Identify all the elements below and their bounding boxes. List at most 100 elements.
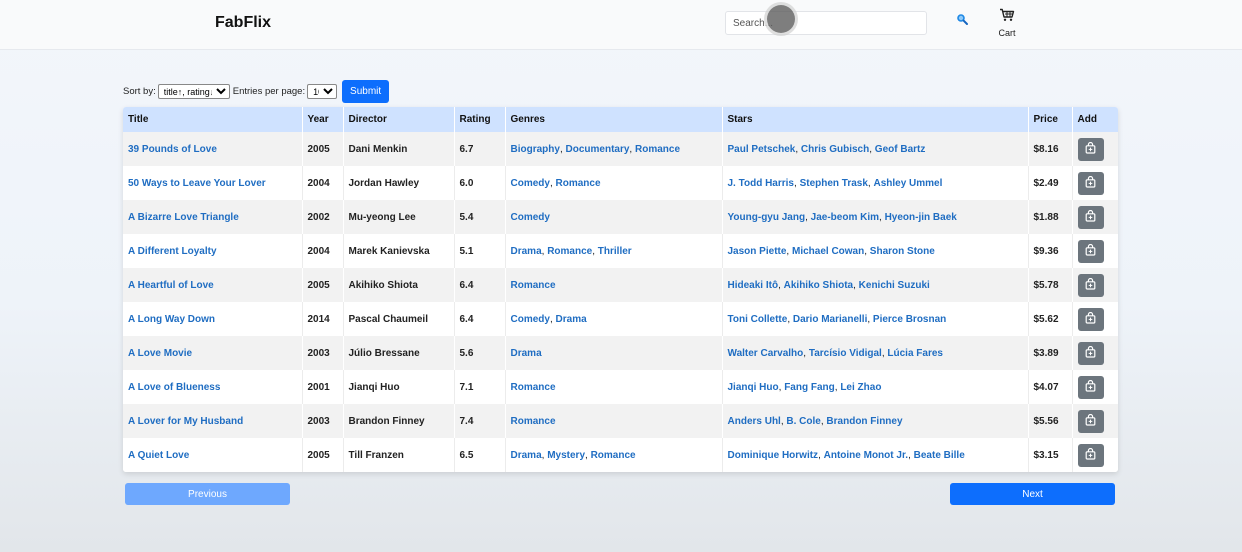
add-to-cart-button[interactable] xyxy=(1077,341,1104,365)
cell-director: Júlio Bressane xyxy=(343,336,455,370)
star-link[interactable]: Jianqi Huo xyxy=(728,382,779,393)
cell-rating: 6.4 xyxy=(454,268,506,302)
cell-rating: 6.5 xyxy=(454,438,506,472)
movie-title-link[interactable]: A Quiet Love xyxy=(128,450,189,461)
table-body: 39 Pounds of Love 2005 Dani Menkin 6.7 Biogr… xyxy=(123,132,1118,472)
cell-title: 39 Pounds of Love xyxy=(123,132,303,166)
next-button[interactable]: Next xyxy=(950,483,1115,505)
genre-link[interactable]: Comedy xyxy=(511,178,550,189)
genre-link[interactable]: Mystery xyxy=(547,450,585,461)
bag-icon xyxy=(1085,209,1096,225)
genre-link[interactable]: Drama xyxy=(511,246,542,257)
add-to-cart-button[interactable] xyxy=(1077,205,1104,229)
add-to-cart-button[interactable] xyxy=(1077,171,1104,195)
star-link[interactable]: Pierce Brosnan xyxy=(873,314,946,325)
add-to-cart-button[interactable] xyxy=(1077,409,1104,433)
genre-link[interactable]: Drama xyxy=(511,450,542,461)
star-link[interactable]: Sharon Stone xyxy=(870,246,935,257)
star-link[interactable]: Beate Bille xyxy=(914,450,965,461)
genre-link[interactable]: Thriller xyxy=(598,246,632,257)
sort-select[interactable]: title↑, rating↓ xyxy=(157,84,230,99)
table-row: A Heartful of Love 2005 Akihiko Shiota 6.4 R… xyxy=(123,268,1118,302)
genre-link[interactable]: Romance xyxy=(635,144,680,155)
cart-button[interactable]: Cart xyxy=(994,8,1020,38)
column-header-title[interactable]: Title xyxy=(123,107,303,132)
add-to-cart-button[interactable] xyxy=(1077,137,1104,161)
star-link[interactable]: Fang Fang xyxy=(784,382,835,393)
movie-title-link[interactable]: A Lover for My Husband xyxy=(128,416,243,427)
star-link[interactable]: Brandon Finney xyxy=(826,416,902,427)
genre-link[interactable]: Comedy xyxy=(511,212,550,223)
cell-price: $5.56 xyxy=(1028,404,1073,438)
star-link[interactable]: Dominique Horwitz xyxy=(728,450,819,461)
search-input[interactable] xyxy=(725,11,927,35)
add-to-cart-button[interactable] xyxy=(1077,239,1104,263)
star-link[interactable]: J. Todd Harris xyxy=(728,178,795,189)
star-link[interactable]: Kenichi Suzuki xyxy=(859,280,930,291)
star-link[interactable]: Hideaki Itô xyxy=(728,280,779,291)
add-to-cart-button[interactable] xyxy=(1077,375,1104,399)
genre-link[interactable]: Drama xyxy=(511,348,542,359)
genre-link[interactable]: Romance xyxy=(511,382,556,393)
star-link[interactable]: Lúcia Fares xyxy=(887,348,943,359)
cell-director: Brandon Finney xyxy=(343,404,455,438)
cell-stars: Paul Petschek, Chris Gubisch, Geof Bartz xyxy=(722,132,1029,166)
genre-link[interactable]: Romance xyxy=(547,246,592,257)
previous-button[interactable]: Previous xyxy=(125,483,290,505)
star-link[interactable]: Toni Collette xyxy=(728,314,788,325)
genre-link[interactable]: Romance xyxy=(511,280,556,291)
cell-stars: Hideaki Itô, Akihiko Shiota, Kenichi Suz… xyxy=(722,268,1029,302)
cell-title: A Heartful of Love xyxy=(123,268,303,302)
genre-link[interactable]: Romance xyxy=(556,178,601,189)
genre-link[interactable]: Biography xyxy=(511,144,560,155)
star-link[interactable]: Geof Bartz xyxy=(875,144,926,155)
movie-title-link[interactable]: A Bizarre Love Triangle xyxy=(128,212,239,223)
column-header-rating[interactable]: Rating xyxy=(454,107,506,132)
star-link[interactable]: Akihiko Shiota xyxy=(784,280,853,291)
search-icon[interactable] xyxy=(955,12,969,26)
movie-title-link[interactable]: A Love Movie xyxy=(128,348,192,359)
cell-add xyxy=(1072,268,1118,302)
star-link[interactable]: Antoine Monot Jr. xyxy=(824,450,908,461)
submit-button[interactable]: Submit xyxy=(342,80,390,103)
cart-label: Cart xyxy=(998,28,1016,38)
star-link[interactable]: Paul Petschek xyxy=(728,144,796,155)
star-link[interactable]: Dario Marianelli xyxy=(793,314,867,325)
star-link[interactable]: Hyeon-jin Baek xyxy=(885,212,957,223)
star-link[interactable]: Stephen Trask xyxy=(800,178,868,189)
genre-link[interactable]: Drama xyxy=(556,314,587,325)
movie-title-link[interactable]: A Long Way Down xyxy=(128,314,215,325)
star-link[interactable]: Ashley Ummel xyxy=(873,178,942,189)
star-link[interactable]: Tarcísio Vidigal xyxy=(809,348,882,359)
add-to-cart-button[interactable] xyxy=(1077,307,1104,331)
table-row: A Bizarre Love Triangle 2002 Mu-yeong Lee 5… xyxy=(123,200,1118,234)
star-link[interactable]: Lei Zhao xyxy=(840,382,881,393)
entries-select[interactable]: 10 xyxy=(307,84,338,99)
movie-title-link[interactable]: A Heartful of Love xyxy=(128,280,214,291)
add-to-cart-button[interactable] xyxy=(1077,443,1104,467)
movie-title-link[interactable]: 50 Ways to Leave Your Lover xyxy=(128,178,266,189)
genre-link[interactable]: Romance xyxy=(511,416,556,427)
cell-stars: Anders Uhl, B. Cole, Brandon Finney xyxy=(722,404,1029,438)
movie-title-link[interactable]: A Different Loyalty xyxy=(128,246,217,257)
movie-title-link[interactable]: A Love of Blueness xyxy=(128,382,220,393)
star-link[interactable]: Jason Piette xyxy=(728,246,787,257)
bag-icon xyxy=(1085,277,1096,293)
star-link[interactable]: Michael Cowan xyxy=(792,246,864,257)
star-link[interactable]: Anders Uhl xyxy=(728,416,781,427)
genre-link[interactable]: Comedy xyxy=(511,314,550,325)
movie-table: Title Year Director Rating Genres Stars … xyxy=(123,107,1118,472)
star-link[interactable]: B. Cole xyxy=(786,416,820,427)
star-link[interactable]: Young-gyu Jang xyxy=(728,212,806,223)
genre-link[interactable]: Documentary xyxy=(566,144,630,155)
cell-price: $4.07 xyxy=(1028,370,1073,404)
cell-year: 2005 xyxy=(302,132,344,166)
star-link[interactable]: Chris Gubisch xyxy=(801,144,869,155)
brand-logo[interactable]: FabFlix xyxy=(215,14,271,32)
star-link[interactable]: Jae-beom Kim xyxy=(811,212,879,223)
star-link[interactable]: Walter Carvalho xyxy=(728,348,804,359)
bag-icon xyxy=(1085,345,1096,361)
movie-title-link[interactable]: 39 Pounds of Love xyxy=(128,144,217,155)
add-to-cart-button[interactable] xyxy=(1077,273,1104,297)
genre-link[interactable]: Romance xyxy=(591,450,636,461)
